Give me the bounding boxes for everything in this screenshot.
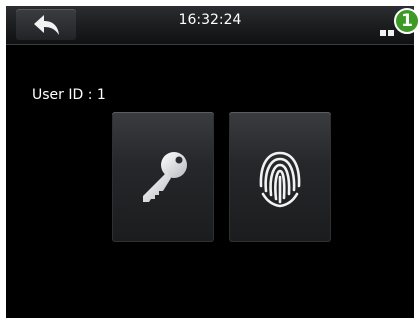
device-screen: 16:32:24 User ID : 1 xyxy=(6,6,414,318)
top-bar: 16:32:24 xyxy=(6,6,414,45)
step-number-badge: 1 xyxy=(394,8,420,34)
clock-time: 16:32:24 xyxy=(178,12,242,28)
fingerprint-verify-button[interactable] xyxy=(229,112,331,242)
key-icon xyxy=(143,152,187,202)
password-verify-button[interactable] xyxy=(112,112,214,242)
user-id-label: User ID : 1 xyxy=(32,87,106,103)
fingerprint-icon xyxy=(259,151,301,208)
